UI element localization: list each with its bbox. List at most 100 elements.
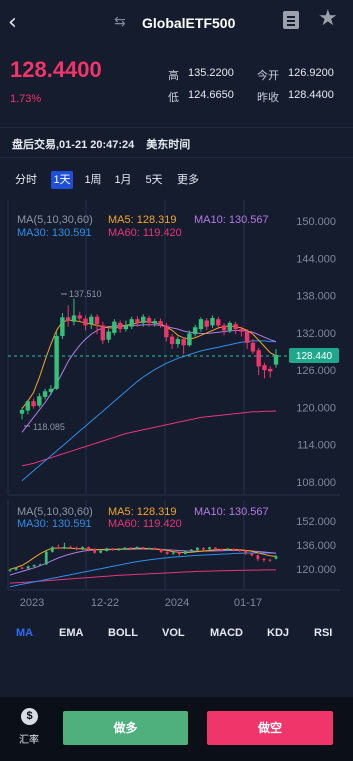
mini-legend-ma10: MA10: 130.567 xyxy=(194,506,269,518)
mini-candle-body xyxy=(183,551,187,554)
divider xyxy=(0,157,353,158)
mini-candle-body xyxy=(8,569,12,571)
candle-body xyxy=(100,325,106,341)
mini-candle-body xyxy=(69,546,72,548)
x-tick-label: 2024 xyxy=(165,597,189,609)
candle-body xyxy=(210,317,215,326)
indicator-tab-ema[interactable]: EMA xyxy=(59,627,83,639)
document-icon[interactable] xyxy=(283,11,299,29)
x-axis: 2023 12-22 2024 01-17 xyxy=(20,597,262,609)
main-legend-ma10: MA10: 130.567 xyxy=(194,214,269,226)
mini-candle-body xyxy=(262,558,266,560)
period-tab-1d[interactable]: 1天 xyxy=(51,171,73,189)
high-marker: 137.510 xyxy=(61,289,102,299)
period-tab-5d[interactable]: 5天 xyxy=(143,171,165,189)
candle-body xyxy=(42,391,48,397)
candle-body xyxy=(37,396,42,406)
mini-candle-body xyxy=(141,547,145,549)
candle-body xyxy=(216,319,221,326)
indicator-tab-ma[interactable]: MA xyxy=(16,627,33,639)
currency-icon[interactable]: $ xyxy=(21,708,38,725)
mini-candle-body xyxy=(202,548,205,550)
mini-candle-body xyxy=(147,548,151,550)
period-tab-1m[interactable]: 1月 xyxy=(112,171,134,189)
mini-candle-body xyxy=(99,550,103,553)
indicator-tab-vol[interactable]: VOL xyxy=(162,627,185,639)
candle-body xyxy=(146,317,152,323)
y-tick-label: 120.000 xyxy=(296,402,336,414)
mini-candle-body xyxy=(32,565,36,567)
candle-body xyxy=(123,325,129,330)
candle-body xyxy=(268,368,273,372)
go-short-button[interactable]: 做空 xyxy=(207,711,333,745)
mini-candle-body xyxy=(38,564,42,566)
main-legend-ma5: MA5: 128.319 xyxy=(108,214,177,226)
exchange-rate-label[interactable]: 汇率 xyxy=(19,731,39,746)
mini-candle-body xyxy=(117,549,121,551)
ma30-line xyxy=(21,340,276,482)
candle-body xyxy=(262,365,267,371)
mini-candle-body xyxy=(244,550,248,554)
candle-body xyxy=(31,401,36,407)
period-tab-more[interactable]: 更多 xyxy=(174,171,202,189)
mini-legend-ma30: MA30: 130.591 xyxy=(17,518,92,530)
mini-candle-body xyxy=(232,548,236,551)
prev-close-label: 昨收 xyxy=(257,92,279,104)
mini-candles xyxy=(8,542,278,572)
mini-legend-ma5: MA5: 128.319 xyxy=(108,506,177,518)
candle-body xyxy=(83,318,88,326)
x-tick-label: 12-22 xyxy=(91,597,119,609)
candle-body xyxy=(129,319,134,327)
mini-legend-ma60: MA60: 119.420 xyxy=(108,518,182,530)
candle-body xyxy=(244,331,250,343)
mini-candle-body xyxy=(189,549,193,552)
open-value: 126.9200 xyxy=(288,67,334,79)
high-label: 高 xyxy=(168,70,179,82)
mini-candle-body xyxy=(105,548,109,551)
period-tab-1w[interactable]: 1周 xyxy=(82,171,104,189)
mini-ma10-line xyxy=(9,548,277,576)
chevron-left-icon[interactable]: ‹ xyxy=(8,10,32,38)
indicator-tab-macd[interactable]: MACD xyxy=(210,627,243,639)
candle-body xyxy=(192,327,198,335)
candle-body xyxy=(152,321,157,324)
mini-candle-body xyxy=(165,551,169,554)
mini-candle-body xyxy=(81,547,84,549)
kline-chart-svg: 150.000 144.000 138.000 132.000 126.000 120.0… xyxy=(7,200,340,609)
mini-candle-body xyxy=(44,551,48,565)
kline-chart[interactable]: 150.000 144.000 138.000 132.000 126.000 120.0… xyxy=(0,200,353,620)
candle-body xyxy=(89,316,94,325)
candle-body xyxy=(25,401,30,411)
star-icon[interactable]: ★ xyxy=(318,6,338,31)
change-percent: 1.73% xyxy=(10,93,42,105)
swap-icon[interactable]: ⇆ xyxy=(114,14,126,30)
candle-body xyxy=(54,335,59,389)
last-price-tag-label: 128.440 xyxy=(296,351,333,362)
candle-body xyxy=(19,409,25,414)
mini-candle-body xyxy=(50,547,54,552)
mini-candle-body xyxy=(177,552,181,554)
mini-candle-body xyxy=(214,547,217,550)
indicator-tab-rsi[interactable]: RSI xyxy=(314,627,332,639)
candle-body xyxy=(227,322,233,331)
indicator-tab-kdj[interactable]: KDJ xyxy=(267,627,289,639)
mini-candle-body xyxy=(153,548,157,550)
main-legend-params: MA(5,10,30,60) xyxy=(17,214,93,226)
candle-body xyxy=(112,321,117,333)
mini-legend-params: MA(5,10,30,60) xyxy=(17,506,93,518)
low-marker-label: 118.085 xyxy=(33,422,65,432)
main-legend-ma60: MA60: 119.420 xyxy=(108,227,182,239)
mini-candle-body xyxy=(171,552,175,554)
mini-y-tick-label: 136.000 xyxy=(296,540,336,552)
candle-body xyxy=(164,325,169,338)
candle-body xyxy=(106,331,111,340)
y-tick-label: 126.000 xyxy=(296,365,336,377)
mini-ma5-line xyxy=(9,547,277,570)
top-bar: ‹ ⇆ GlobalETF500 ★ xyxy=(0,0,353,48)
candle-body xyxy=(239,329,244,332)
candle-body xyxy=(169,336,175,345)
go-long-button[interactable]: 做多 xyxy=(63,711,188,745)
period-tab-timeshare[interactable]: 分时 xyxy=(12,171,40,189)
indicator-tab-boll[interactable]: BOLL xyxy=(108,627,138,639)
candle-body xyxy=(187,333,192,346)
